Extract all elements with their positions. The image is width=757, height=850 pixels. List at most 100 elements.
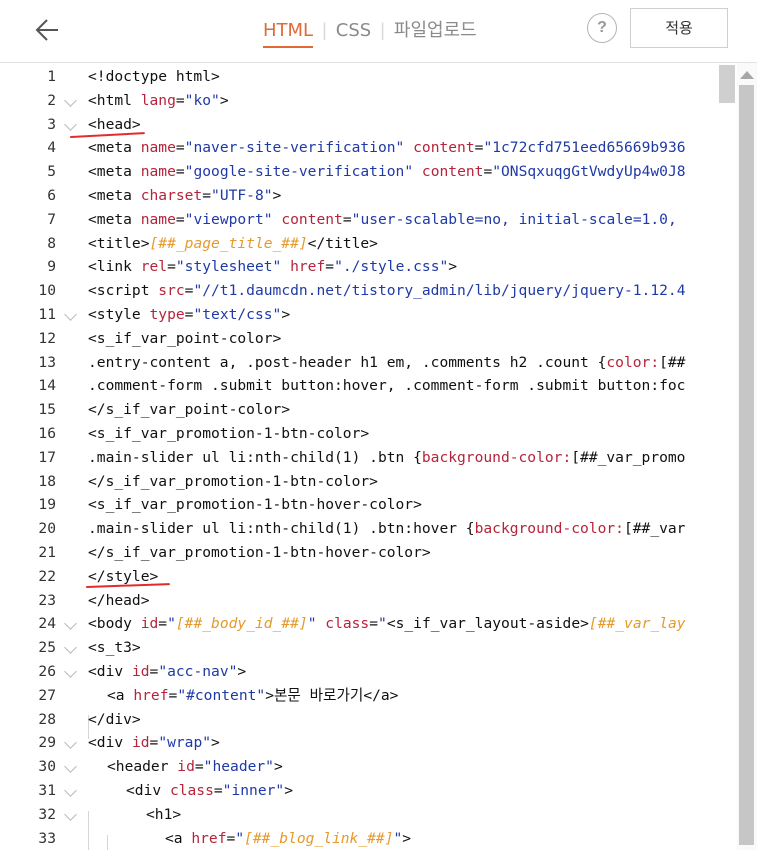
code-text: <a href="#content">본문 바로가기</a> [107, 686, 399, 704]
line-number: 33 [38, 829, 56, 847]
code-line[interactable]: 4 <meta name="naver-site-verification" co… [0, 136, 737, 160]
line-number: 23 [38, 591, 56, 609]
code-text: <a href="[##_blog_link_##]"> [165, 829, 412, 847]
code-text: </head> [88, 591, 150, 609]
code-text: <div class="inner"> [126, 782, 293, 799]
code-text: <html lang="ko"> [88, 91, 229, 109]
line-number: 31 [38, 782, 56, 799]
line-number: 20 [38, 520, 56, 538]
code-line[interactable]: 29 <div id="wrap"> [0, 731, 737, 755]
code-line[interactable]: 28 </div> [0, 708, 737, 732]
code-line[interactable]: 6 <meta charset="UTF-8"> [0, 184, 737, 208]
code-line[interactable]: 21 </s_if_var_promotion-1-btn-hover-color… [0, 541, 737, 565]
code-text: .comment-form .submit button:hover, .com… [88, 377, 686, 395]
line-number: 24 [38, 615, 56, 633]
tab-separator: | [380, 20, 385, 40]
line-number: 7 [47, 210, 56, 228]
code-line[interactable]: 30 <header id="header"> [0, 755, 737, 779]
code-line[interactable]: 8 <title>[##_page_title_##]</title> [0, 232, 737, 256]
code-line[interactable]: 5 <meta name="google-site-verification" c… [0, 160, 737, 184]
fold-chevron-icon[interactable] [64, 93, 77, 107]
code-line[interactable]: 7 <meta name="viewport" content="user-sca… [0, 208, 737, 232]
tab-file-upload[interactable]: 파일업로드 [394, 18, 477, 44]
fold-chevron-icon[interactable] [64, 617, 77, 631]
code-line[interactable]: 13 .entry-content a, .post-header h1 em, … [0, 351, 737, 375]
code-text: <s_if_var_promotion-1-btn-color> [88, 425, 370, 442]
line-number: 21 [38, 544, 56, 561]
horizontal-scroll-thumb[interactable] [719, 65, 735, 103]
fold-chevron-icon[interactable] [64, 641, 77, 655]
code-line[interactable]: 31 <div class="inner"> [0, 779, 737, 803]
line-number: 3 [47, 115, 56, 133]
code-line[interactable]: 32 <h1> [0, 803, 737, 827]
code-line[interactable]: 17 .main-slider ul li:nth-child(1) .btn {… [0, 446, 737, 470]
code-line[interactable]: 19 <s_if_var_promotion-1-btn-hover-color> [0, 493, 737, 517]
scroll-up-icon[interactable] [740, 71, 754, 79]
code-line[interactable]: 11 <style type="text/css"> [0, 303, 737, 327]
editor-toolbar: HTML | CSS | 파일업로드 ? 적용 [0, 0, 757, 63]
line-number: 25 [38, 639, 56, 657]
tab-css[interactable]: CSS [336, 18, 371, 44]
code-area[interactable]: 1 <!doctype html> 2 <html lang="ko"> 3 <head>… [0, 65, 737, 850]
code-line[interactable]: 16 <s_if_var_promotion-1-btn-color> [0, 422, 737, 446]
code-editor[interactable]: 1 <!doctype html> 2 <html lang="ko"> 3 <head>… [0, 63, 757, 850]
code-line[interactable]: 14 .comment-form .submit button:hover, .c… [0, 374, 737, 398]
fold-chevron-icon[interactable] [64, 117, 77, 131]
line-number: 18 [38, 472, 56, 490]
fold-chevron-icon[interactable] [64, 736, 77, 750]
scroll-thumb[interactable] [739, 85, 754, 845]
code-text: <meta name="viewport" content="user-scal… [88, 210, 677, 228]
code-line[interactable]: 33 <a href="[##_blog_link_##]"> [0, 827, 737, 850]
line-number: 22 [38, 567, 56, 585]
fold-chevron-icon[interactable] [64, 665, 77, 678]
line-number: 17 [38, 448, 56, 466]
code-text: <header id="header"> [107, 758, 283, 776]
line-number: 28 [38, 710, 56, 728]
fold-chevron-icon[interactable] [64, 308, 77, 321]
line-number: 11 [38, 306, 56, 323]
code-text: <s_t3> [88, 639, 141, 657]
code-text: </s_if_var_point-color> [88, 401, 291, 419]
code-text: </s_if_var_promotion-1-btn-color> [88, 472, 378, 490]
code-line[interactable]: 24 <body id="[##_body_id_##]" class="<s_i… [0, 612, 737, 636]
code-text: <div id="wrap"> [88, 734, 220, 752]
tab-html[interactable]: HTML [263, 18, 314, 48]
line-number: 1 [47, 68, 56, 85]
line-number: 26 [38, 663, 56, 680]
code-text: <script src="//t1.daumcdn.net/tistory_ad… [88, 282, 686, 300]
code-line[interactable]: 23 </head> [0, 589, 737, 613]
code-text: <meta charset="UTF-8"> [88, 187, 282, 204]
code-text: <div id="acc-nav"> [88, 663, 247, 680]
code-text: <meta name="google-site-verification" co… [88, 163, 686, 181]
fold-chevron-icon[interactable] [64, 807, 77, 821]
fold-chevron-icon[interactable] [64, 784, 77, 797]
code-text: <title>[##_page_title_##]</title> [88, 234, 378, 252]
code-line[interactable]: 12 <s_if_var_point-color> [0, 327, 737, 351]
code-line[interactable]: 27 <a href="#content">본문 바로가기</a> [0, 684, 737, 708]
code-line[interactable]: 10 <script src="//t1.daumcdn.net/tistory_… [0, 279, 737, 303]
code-line[interactable]: 2 <html lang="ko"> [0, 89, 737, 113]
code-line[interactable]: 9 <link rel="stylesheet" href="./style.cs… [0, 255, 737, 279]
line-number: 2 [47, 91, 56, 109]
line-number: 9 [47, 258, 56, 276]
help-button[interactable]: ? [587, 13, 617, 43]
vertical-scrollbar[interactable] [737, 63, 757, 850]
code-text: <h1> [146, 805, 182, 823]
line-number: 30 [38, 758, 56, 776]
code-line[interactable]: 18 </s_if_var_promotion-1-btn-color> [0, 470, 737, 494]
code-line[interactable]: 26 <div id="acc-nav"> [0, 660, 737, 684]
fold-chevron-icon[interactable] [64, 760, 77, 774]
code-line[interactable]: 20 .main-slider ul li:nth-child(1) .btn:h… [0, 517, 737, 541]
code-text: <s_if_var_promotion-1-btn-hover-color> [88, 496, 422, 514]
code-line[interactable]: 25 <s_t3> [0, 636, 737, 660]
line-number: 32 [38, 805, 56, 823]
code-line[interactable]: 15 </s_if_var_point-color> [0, 398, 737, 422]
code-text: <meta name="naver-site-verification" con… [88, 139, 686, 157]
line-number: 12 [38, 329, 56, 347]
apply-button[interactable]: 적용 [630, 8, 728, 48]
code-text: <s_if_var_point-color> [88, 329, 282, 347]
code-text: <body id="[##_body_id_##]" class="<s_if_… [88, 615, 686, 633]
line-number: 27 [38, 686, 56, 704]
code-text: </div> [88, 710, 141, 728]
code-line[interactable]: 1 <!doctype html> [0, 65, 737, 89]
